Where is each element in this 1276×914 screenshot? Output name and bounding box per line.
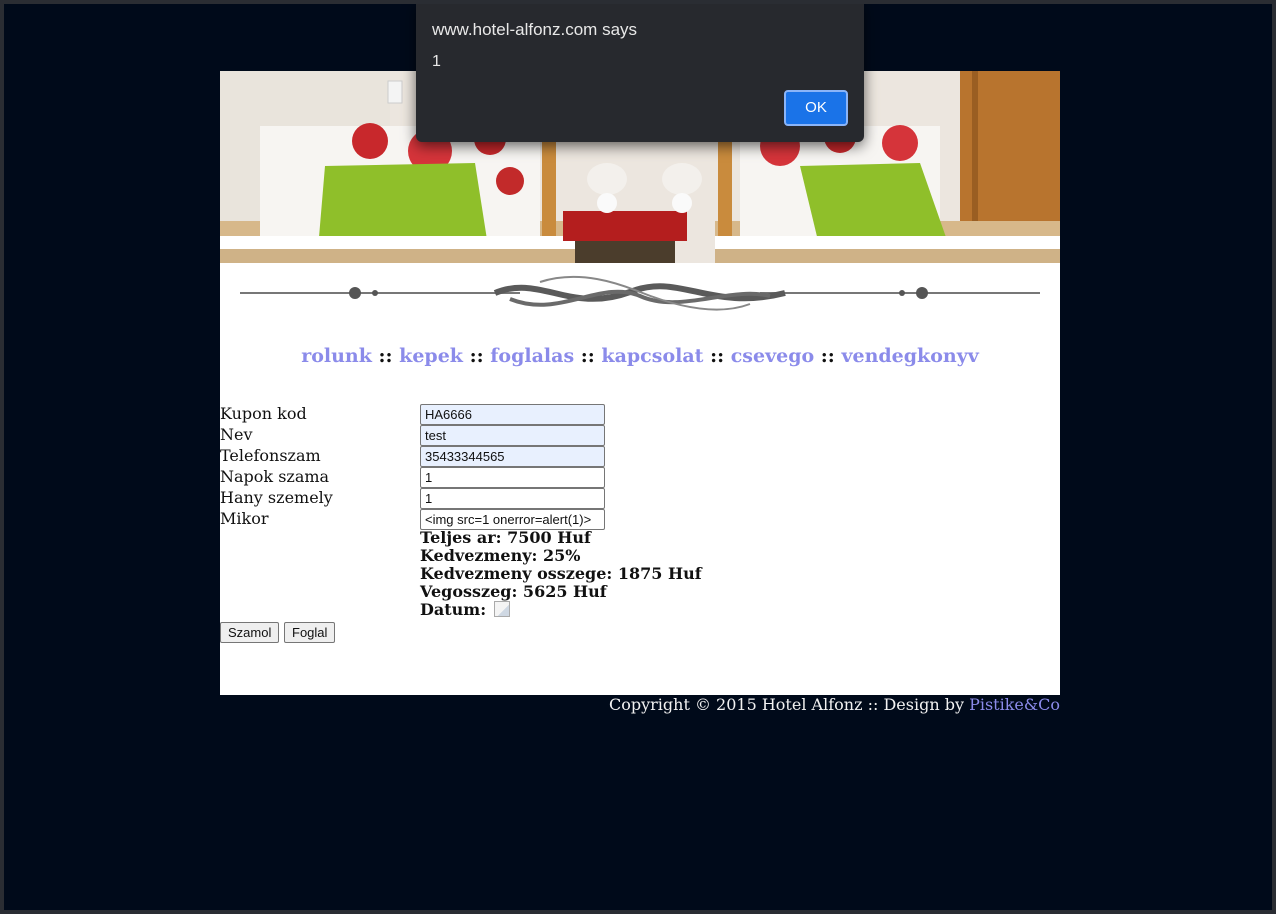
- name-label: Nev: [220, 425, 253, 444]
- form-row-when: Mikor: [220, 509, 1060, 530]
- persons-input[interactable]: [420, 488, 605, 509]
- designer-link[interactable]: Pistike&Co: [969, 695, 1060, 714]
- nav-separator: ::: [580, 345, 595, 367]
- nav-link-foglalas[interactable]: foglalas: [490, 345, 574, 367]
- date-label: Datum:: [420, 600, 487, 619]
- nav-separator: ::: [378, 345, 393, 367]
- broken-image-icon: [493, 601, 510, 617]
- form-row-days: Napok szama: [220, 467, 1060, 488]
- persons-label: Hany szemely: [220, 488, 333, 507]
- form-row-persons: Hany szemely: [220, 488, 1060, 509]
- form-row-phone: Telefonszam: [220, 446, 1060, 467]
- nav-separator: ::: [820, 345, 835, 367]
- nav-link-rolunk[interactable]: rolunk: [301, 345, 372, 367]
- name-input[interactable]: [420, 425, 605, 446]
- days-label: Napok szama: [220, 467, 330, 486]
- nav-separator: ::: [469, 345, 484, 367]
- form-row-coupon: Kupon kod: [220, 404, 1060, 425]
- nav-link-kapcsolat[interactable]: kapcsolat: [601, 345, 703, 367]
- nav-link-csevego[interactable]: csevego: [731, 345, 814, 367]
- date-row: Datum:: [420, 601, 702, 619]
- alert-message: 1: [432, 53, 441, 70]
- nav-link-vendegkonyv[interactable]: vendegkonyv: [841, 345, 978, 367]
- book-button[interactable]: Foglal: [284, 622, 336, 643]
- when-label: Mikor: [220, 509, 269, 528]
- price-summary: Teljes ar: 7500 Huf Kedvezmeny: 25% Kedv…: [420, 529, 702, 619]
- alert-title: www.hotel-alfonz.com says: [432, 20, 638, 39]
- coupon-input[interactable]: [420, 404, 605, 425]
- total-price: Teljes ar: 7500 Huf: [420, 528, 591, 547]
- final-price: Vegosszeg: 5625 Huf: [420, 582, 607, 601]
- main-nav: rolunk :: kepek :: foglalas :: kapcsolat…: [220, 345, 1060, 367]
- alert-ok-button[interactable]: OK: [784, 90, 848, 126]
- days-input[interactable]: [420, 467, 605, 488]
- when-input[interactable]: [420, 509, 605, 530]
- ornament-divider: [240, 264, 1040, 328]
- footer: Copyright © 2015 Hotel Alfonz :: Design …: [609, 695, 1060, 714]
- nav-separator: ::: [710, 345, 725, 367]
- nav-link-kepek[interactable]: kepek: [399, 345, 463, 367]
- phone-input[interactable]: [420, 446, 605, 467]
- page-container: rolunk :: kepek :: foglalas :: kapcsolat…: [220, 71, 1060, 695]
- alert-dialog: www.hotel-alfonz.com says 1 OK: [416, 2, 864, 142]
- copyright-text: Copyright © 2015 Hotel Alfonz :: Design …: [608, 695, 970, 714]
- coupon-label: Kupon kod: [220, 404, 307, 423]
- calculate-button[interactable]: Szamol: [220, 622, 280, 643]
- discount-rate: Kedvezmeny: 25%: [420, 546, 581, 565]
- discount-amount: Kedvezmeny osszege: 1875 Huf: [420, 564, 702, 583]
- form-row-name: Nev: [220, 425, 1060, 446]
- phone-label: Telefonszam: [220, 446, 321, 465]
